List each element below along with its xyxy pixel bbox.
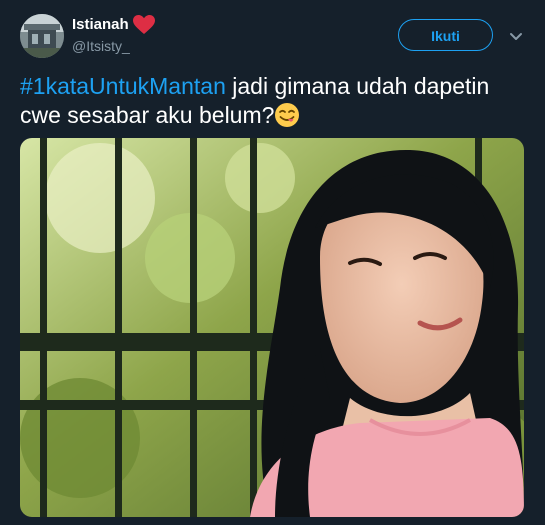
red-heart-icon xyxy=(132,15,155,35)
author-name-row: Istianah xyxy=(72,15,155,35)
avatar[interactable] xyxy=(20,14,64,58)
tweet-text: #1kataUntukMantan jadi gimana udah dapet… xyxy=(20,72,520,130)
hashtag-link[interactable]: #1kataUntukMantan xyxy=(20,73,226,99)
tweet-card: Istianah @Itsisty_ Ikuti #1kataUntukMant… xyxy=(0,0,545,525)
tweet-photo[interactable] xyxy=(20,138,524,517)
chevron-down-icon[interactable] xyxy=(507,30,525,44)
author-display-name[interactable]: Istianah xyxy=(72,15,129,35)
face-savoring-food-emoji-icon xyxy=(274,102,300,128)
author-handle[interactable]: @Itsisty_ xyxy=(72,37,130,55)
follow-button[interactable]: Ikuti xyxy=(398,19,493,51)
